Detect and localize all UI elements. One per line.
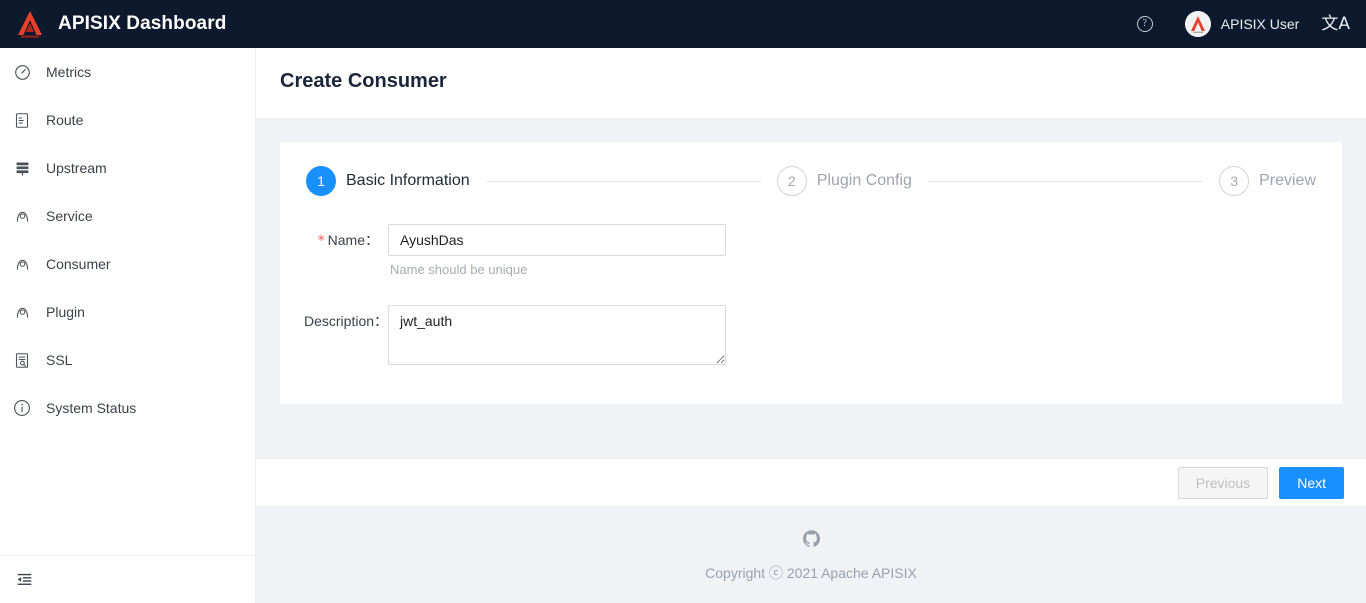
- name-field-control: Name should be unique: [388, 224, 726, 277]
- step-label: Preview: [1259, 172, 1316, 190]
- next-button[interactable]: Next: [1279, 467, 1344, 499]
- step-number: 3: [1219, 166, 1249, 196]
- step-label: Plugin Config: [817, 172, 912, 190]
- step-connector: [928, 181, 1203, 182]
- description-textarea[interactable]: [388, 305, 726, 365]
- sidebar-nav: Metrics Route Upstream: [0, 48, 256, 603]
- app-title: APISIX Dashboard: [58, 13, 226, 35]
- sidebar-item-metrics[interactable]: Metrics: [0, 52, 255, 92]
- header-actions: ? APISIX User 文A: [1123, 0, 1366, 48]
- translate-icon: 文A: [1321, 16, 1350, 33]
- help-button[interactable]: ?: [1123, 0, 1167, 48]
- info-circle-icon: [12, 398, 32, 418]
- page-title: Create Consumer: [280, 70, 1366, 93]
- apisix-avatar-icon: [1185, 11, 1211, 37]
- sidebar-item-label: Upstream: [46, 160, 107, 176]
- sidebar-item-ssl[interactable]: SSL: [0, 340, 255, 380]
- copyright-text: Copyright ⓒ 2021 Apache APISIX: [705, 563, 917, 583]
- page-header: Create Consumer: [256, 48, 1366, 118]
- name-field-row: *Name： Name should be unique: [304, 224, 1318, 277]
- page-body: 1 Basic Information 2 Plugin Config 3 Pr…: [256, 118, 1366, 404]
- app-header: APISIX Dashboard ? APISIX User 文A: [0, 0, 1366, 48]
- sidebar-item-label: Metrics: [46, 64, 91, 80]
- sidebar-item-label: System Status: [46, 400, 136, 416]
- name-field-label: *Name：: [304, 224, 388, 257]
- github-icon[interactable]: [803, 530, 820, 552]
- menu-fold-icon: [14, 570, 34, 590]
- question-circle-icon: ?: [1137, 16, 1153, 32]
- steps-indicator: 1 Basic Information 2 Plugin Config 3 Pr…: [304, 166, 1318, 196]
- sidebar-item-label: Plugin: [46, 304, 85, 320]
- step-preview[interactable]: 3 Preview: [1219, 166, 1316, 196]
- name-field-help: Name should be unique: [390, 262, 726, 277]
- create-consumer-card: 1 Basic Information 2 Plugin Config 3 Pr…: [280, 142, 1342, 404]
- sidebar-item-upstream[interactable]: Upstream: [0, 148, 255, 188]
- step-plugin-config[interactable]: 2 Plugin Config: [777, 166, 912, 196]
- brand-block[interactable]: APISIX Dashboard: [0, 9, 226, 39]
- sidebar-item-route[interactable]: Route: [0, 100, 255, 140]
- user-menu[interactable]: APISIX User: [1167, 0, 1310, 48]
- sidebar-item-label: Consumer: [46, 256, 111, 272]
- sidebar-item-service[interactable]: Service: [0, 196, 255, 236]
- dashboard-icon: [12, 62, 32, 82]
- step-basic-information[interactable]: 1 Basic Information: [306, 166, 470, 196]
- sidebar-item-plugin[interactable]: Plugin: [0, 292, 255, 332]
- step-number: 1: [306, 166, 336, 196]
- route-file-icon: [12, 110, 32, 130]
- sidebar-item-label: Route: [46, 112, 83, 128]
- sidebar-item-label: Service: [46, 208, 93, 224]
- step-number: 2: [777, 166, 807, 196]
- plugin-node-icon: [12, 302, 32, 322]
- page-footer: Copyright ⓒ 2021 Apache APISIX: [256, 506, 1366, 603]
- description-field-control: [388, 305, 726, 370]
- apisix-logo-icon: [14, 9, 46, 39]
- required-marker: *: [318, 233, 325, 249]
- wizard-action-bar: Previous Next: [256, 458, 1366, 506]
- ssl-certificate-icon: [12, 350, 32, 370]
- user-name-label: APISIX User: [1221, 16, 1300, 32]
- name-input[interactable]: [388, 224, 726, 256]
- step-connector: [486, 181, 761, 182]
- sidebar-item-system-status[interactable]: System Status: [0, 388, 255, 428]
- step-label: Basic Information: [346, 172, 470, 190]
- language-switch-button[interactable]: 文A: [1309, 0, 1366, 48]
- consumer-node-icon: [12, 254, 32, 274]
- upstream-server-icon: [12, 158, 32, 178]
- sidebar-collapse-button[interactable]: [0, 555, 255, 603]
- previous-button[interactable]: Previous: [1178, 467, 1268, 499]
- name-label-text: Name：: [328, 232, 379, 248]
- basic-information-form: *Name： Name should be unique Description…: [304, 206, 1318, 370]
- sidebar-item-consumer[interactable]: Consumer: [0, 244, 255, 284]
- service-node-icon: [12, 206, 32, 226]
- description-field-row: Description：: [304, 305, 1318, 370]
- sidebar-item-label: SSL: [46, 352, 72, 368]
- description-field-label: Description：: [304, 305, 388, 337]
